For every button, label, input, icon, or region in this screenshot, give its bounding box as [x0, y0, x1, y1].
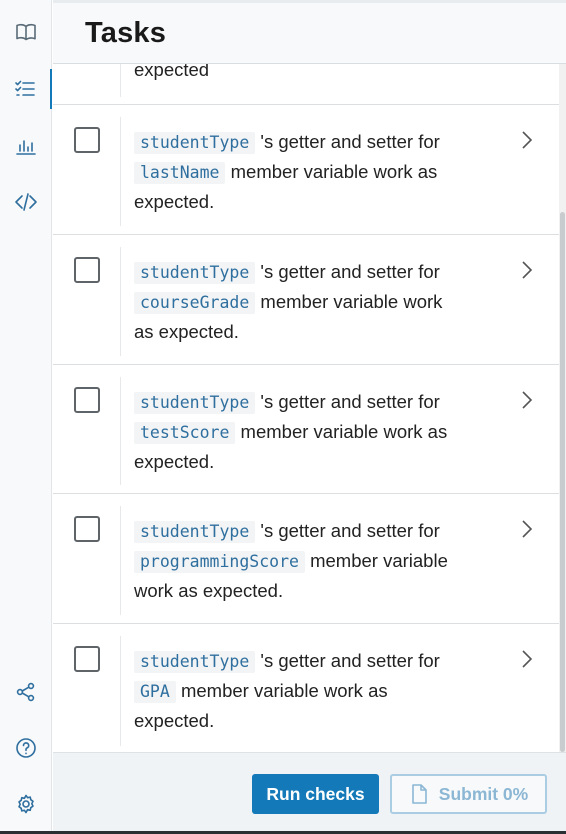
chart-icon[interactable]	[0, 126, 52, 166]
chevron-right-icon[interactable]	[519, 129, 535, 151]
code-snippet: studentType	[134, 392, 256, 414]
divider	[120, 636, 121, 746]
submit-button[interactable]: Submit 0%	[390, 774, 547, 814]
code-snippet: testScore	[134, 422, 236, 444]
task-item[interactable]: studentType 's getter and setter for las…	[53, 105, 559, 235]
action-footer: Run checks Submit 0%	[53, 752, 566, 834]
task-text: studentType 's getter and setter for pro…	[134, 520, 448, 601]
chevron-right-icon[interactable]	[519, 259, 535, 281]
divider	[120, 247, 121, 356]
task-checkbox[interactable]	[74, 516, 100, 542]
task-item[interactable]: studentType 's getter and setter for tes…	[53, 365, 559, 494]
chevron-right-icon[interactable]	[519, 518, 535, 540]
code-snippet: studentType	[134, 262, 256, 284]
code-snippet: programmingScore	[134, 551, 305, 573]
panel-header: Tasks	[53, 0, 566, 64]
submit-label: Submit 0%	[438, 783, 529, 804]
code-snippet: studentType	[134, 651, 256, 673]
divider	[120, 64, 121, 97]
task-item[interactable]: studentType 's getter and setter for cou…	[53, 235, 559, 365]
share-icon[interactable]	[0, 672, 52, 712]
help-icon[interactable]	[0, 728, 52, 768]
code-icon[interactable]	[0, 182, 52, 222]
run-checks-button[interactable]: Run checks	[252, 774, 379, 814]
task-item[interactable]: studentType 's getter and setter for pro…	[53, 494, 559, 624]
document-icon	[411, 784, 427, 804]
task-checkbox[interactable]	[74, 257, 100, 283]
book-icon[interactable]	[0, 12, 52, 52]
page-title: Tasks	[85, 17, 167, 49]
side-rail	[0, 0, 52, 834]
task-list[interactable]: expected studentType 's getter and sette…	[53, 64, 559, 752]
task-item-partial[interactable]: expected	[53, 64, 559, 105]
chevron-right-icon[interactable]	[519, 389, 535, 411]
task-text: studentType 's getter and setter for GPA…	[134, 650, 440, 731]
divider	[120, 117, 121, 226]
task-text: studentType 's getter and setter for las…	[134, 131, 440, 212]
code-snippet: studentType	[134, 521, 256, 543]
code-snippet: courseGrade	[134, 292, 256, 314]
code-snippet: GPA	[134, 681, 176, 703]
scrollbar-thumb[interactable]	[560, 212, 565, 752]
settings-icon[interactable]	[0, 784, 52, 824]
task-checkbox[interactable]	[74, 646, 100, 672]
code-snippet: studentType	[134, 132, 256, 154]
chevron-right-icon[interactable]	[519, 648, 535, 670]
task-checkbox[interactable]	[74, 387, 100, 413]
task-item[interactable]: studentType 's getter and setter for GPA…	[53, 624, 559, 752]
task-text: studentType 's getter and setter for cou…	[134, 261, 443, 342]
task-text: expected	[134, 64, 210, 80]
checklist-icon[interactable]	[0, 69, 52, 109]
divider	[120, 506, 121, 615]
code-snippet: lastName	[134, 162, 226, 184]
scrollbar[interactable]	[559, 64, 566, 752]
task-text: studentType 's getter and setter for tes…	[134, 391, 448, 472]
divider	[120, 377, 121, 485]
task-checkbox[interactable]	[74, 127, 100, 153]
